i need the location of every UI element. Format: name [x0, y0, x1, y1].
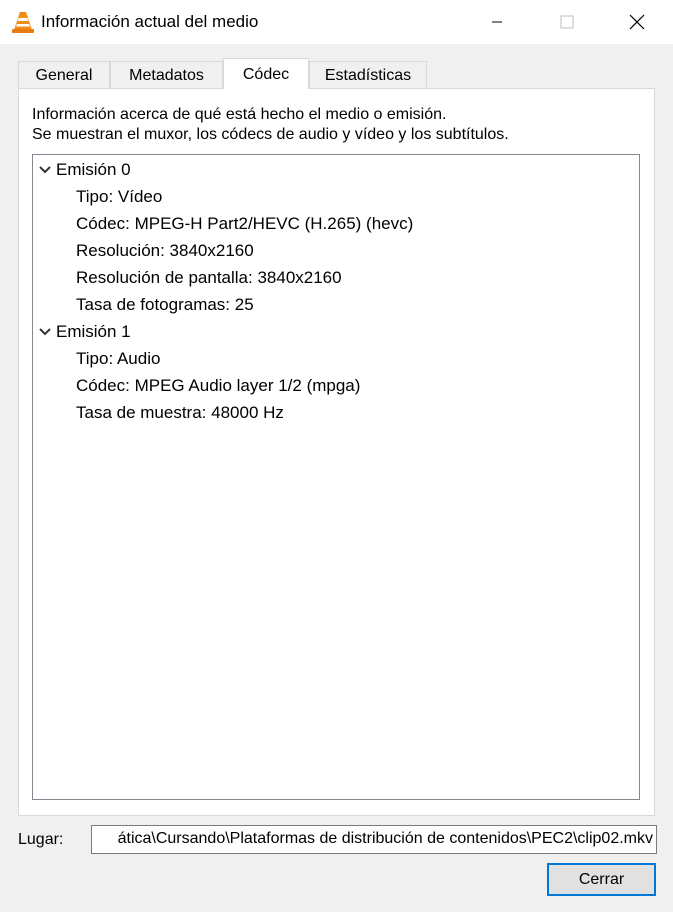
tab-general[interactable]: General [18, 61, 110, 88]
tree-item-stream-1[interactable]: Emisión 1 [33, 318, 633, 345]
description-line-2: Se muestran el muxor, los códecs de audi… [32, 126, 509, 143]
vlc-cone-icon [12, 10, 34, 34]
tree-item[interactable]: Códec: MPEG Audio layer 1/2 (mpga) [76, 372, 360, 399]
stream-label: Emisión 0 [56, 160, 131, 179]
close-icon [629, 14, 645, 30]
tree-item[interactable]: Resolución: 3840x2160 [76, 237, 254, 264]
close-button[interactable]: Cerrar [547, 863, 656, 896]
minimize-button[interactable] [474, 0, 520, 44]
maximize-button [544, 0, 590, 44]
location-label: Lugar: [18, 831, 64, 848]
title-bar: Información actual del medio [0, 0, 673, 44]
location-value: ática\Cursando\Plataformas de distribuci… [117, 830, 653, 847]
tree-item-stream-0[interactable]: Emisión 0 [33, 156, 633, 183]
codec-description: Información acerca de qué está hecho el … [32, 105, 509, 145]
codec-panel: Información acerca de qué está hecho el … [18, 88, 655, 816]
tree-item[interactable]: Tipo: Vídeo [76, 183, 162, 210]
tab-estadisticas[interactable]: Estadísticas [309, 61, 427, 88]
window-title: Información actual del medio [41, 12, 259, 31]
maximize-icon [560, 15, 574, 29]
tab-codec[interactable]: Códec [223, 58, 309, 89]
tree-item[interactable]: Resolución de pantalla: 3840x2160 [76, 264, 342, 291]
location-field[interactable]: ática\Cursando\Plataformas de distribuci… [91, 825, 657, 854]
chevron-down-icon[interactable] [38, 163, 52, 177]
tab-metadatos[interactable]: Metadatos [110, 61, 223, 88]
tree-item[interactable]: Códec: MPEG-H Part2/HEVC (H.265) (hevc) [76, 210, 413, 237]
tree-item[interactable]: Tasa de fotogramas: 25 [76, 291, 254, 318]
codec-tree[interactable]: Emisión 0 Tipo: Vídeo Códec: MPEG-H Part… [32, 154, 640, 800]
chevron-down-icon[interactable] [38, 325, 52, 339]
close-window-button[interactable] [614, 0, 660, 44]
tree-item[interactable]: Tasa de muestra: 48000 Hz [76, 399, 284, 426]
description-line-1: Información acerca de qué está hecho el … [32, 106, 447, 123]
tree-item[interactable]: Tipo: Audio [76, 345, 160, 372]
stream-label: Emisión 1 [56, 322, 131, 341]
minimize-icon [492, 21, 502, 23]
